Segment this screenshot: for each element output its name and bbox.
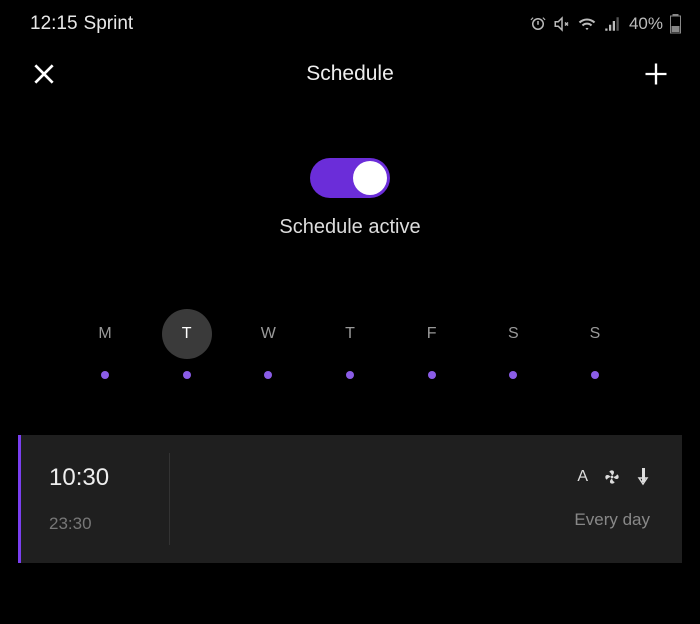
day-label: T — [162, 309, 212, 359]
day-dot-5 — [488, 371, 538, 379]
close-button[interactable] — [28, 58, 60, 90]
day-dot-6 — [570, 371, 620, 379]
day-2[interactable]: W — [243, 309, 293, 359]
event-dot-icon — [509, 371, 517, 379]
page-title: Schedule — [306, 62, 394, 86]
day-4[interactable]: F — [407, 309, 457, 359]
status-right: 40% — [529, 14, 682, 34]
plus-icon — [642, 60, 670, 88]
schedule-times: 10:30 23:30 — [49, 435, 169, 563]
wifi-icon — [577, 15, 597, 33]
event-dot-icon — [183, 371, 191, 379]
mode-icons: A — [577, 468, 650, 486]
day-1[interactable]: T — [162, 309, 212, 359]
day-dot-1 — [162, 371, 212, 379]
schedule-meta: A Every day — [170, 435, 654, 563]
dots-row — [0, 371, 700, 379]
day-label: S — [488, 309, 538, 359]
day-label: T — [325, 309, 375, 359]
status-carrier: Sprint — [84, 13, 134, 35]
fan-icon — [604, 469, 620, 485]
start-time: 10:30 — [49, 464, 169, 492]
day-5[interactable]: S — [488, 309, 538, 359]
day-dot-2 — [243, 371, 293, 379]
schedule-item[interactable]: 10:30 23:30 A Every day — [18, 435, 682, 563]
schedule-active-toggle[interactable] — [310, 158, 390, 198]
alarm-icon — [529, 15, 547, 33]
day-0[interactable]: M — [80, 309, 130, 359]
day-6[interactable]: S — [570, 309, 620, 359]
event-dot-icon — [346, 371, 354, 379]
day-dot-4 — [407, 371, 457, 379]
event-dot-icon — [101, 371, 109, 379]
status-left: 12:15 Sprint — [30, 13, 133, 35]
day-3[interactable]: T — [325, 309, 375, 359]
mute-icon — [553, 15, 571, 33]
toggle-label: Schedule active — [279, 216, 420, 239]
day-label: M — [80, 309, 130, 359]
day-label: F — [407, 309, 457, 359]
add-button[interactable] — [640, 58, 672, 90]
day-dot-0 — [80, 371, 130, 379]
signal-icon — [603, 15, 621, 33]
close-icon — [31, 61, 57, 87]
toggle-knob — [353, 161, 387, 195]
frequency-label: Every day — [574, 510, 650, 530]
days-row: MTWTFSS — [0, 309, 700, 359]
toggle-section: Schedule active — [0, 158, 700, 239]
battery-percentage: 40% — [629, 14, 663, 34]
day-label: W — [243, 309, 293, 359]
battery-icon — [669, 14, 682, 34]
status-time: 12:15 — [30, 13, 78, 35]
event-dot-icon — [264, 371, 272, 379]
event-dot-icon — [591, 371, 599, 379]
swing-icon — [636, 468, 650, 486]
status-bar: 12:15 Sprint 40% — [0, 0, 700, 40]
day-label: S — [570, 309, 620, 359]
mode-auto-label: A — [577, 468, 588, 486]
end-time: 23:30 — [49, 514, 169, 534]
day-dot-3 — [325, 371, 375, 379]
event-dot-icon — [428, 371, 436, 379]
header: Schedule — [0, 40, 700, 100]
